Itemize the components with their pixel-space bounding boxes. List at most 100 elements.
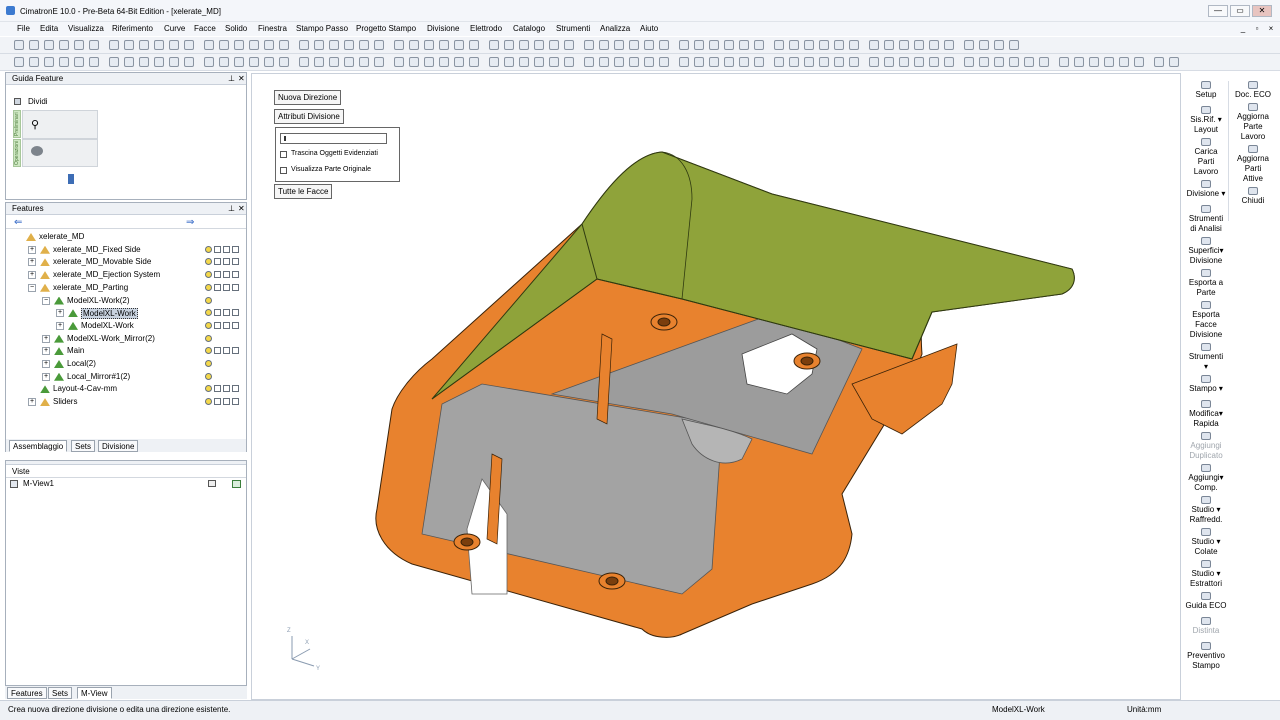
preliminary-step-box[interactable]: ⚲	[22, 110, 98, 139]
modeling-tool-icon-56[interactable]	[884, 57, 894, 67]
tree-row[interactable]: + Local(2)	[6, 358, 244, 370]
visibility-bulb-icon[interactable]	[205, 321, 212, 329]
standard-tool-icon-19[interactable]	[299, 40, 309, 50]
mold-part-3d[interactable]: Z X Y	[252, 74, 1182, 701]
tool-guida-eco-button[interactable]: Guida ECO	[1184, 592, 1228, 611]
visibility-bulb-icon[interactable]	[205, 258, 212, 266]
menu-elettrodo[interactable]: Elettrodo	[470, 24, 502, 33]
modeling-tool-icon-39[interactable]	[614, 57, 624, 67]
modeling-tool-icon-34[interactable]	[534, 57, 544, 67]
activate-icon[interactable]	[223, 347, 230, 355]
tree-row[interactable]: Layout-4-Cav-mm	[6, 383, 244, 395]
tree-row[interactable]: + Sliders	[6, 396, 244, 408]
standard-tool-icon-6[interactable]	[89, 40, 99, 50]
modeling-tool-icon-48[interactable]	[754, 57, 764, 67]
pin-down-icon[interactable]	[68, 174, 74, 184]
tree-row[interactable]: + xelerate_MD_Ejection System	[6, 269, 244, 281]
show-icon[interactable]	[214, 398, 221, 406]
menu-solido[interactable]: Solido	[225, 24, 247, 33]
standard-tool-icon-34[interactable]	[534, 40, 544, 50]
standard-tool-icon-5[interactable]	[74, 40, 84, 50]
standard-tool-icon-51[interactable]	[804, 40, 814, 50]
standard-tool-icon-50[interactable]	[789, 40, 799, 50]
activate-icon[interactable]	[223, 385, 230, 393]
camera-icon[interactable]	[208, 480, 216, 487]
tree-row[interactable]: + xelerate_MD_Fixed Side	[6, 244, 244, 256]
activate-icon[interactable]	[223, 283, 230, 291]
modeling-tool-icon-42[interactable]	[659, 57, 669, 67]
expand-toggle-icon[interactable]: +	[56, 321, 64, 330]
mdi-restore-button[interactable]: ▫	[1252, 24, 1262, 33]
standard-tool-icon-56[interactable]	[884, 40, 894, 50]
standard-tool-icon-63[interactable]	[994, 40, 1004, 50]
standard-tool-icon-31[interactable]	[489, 40, 499, 50]
standard-tool-icon-12[interactable]	[184, 40, 194, 50]
show-icon[interactable]	[214, 258, 221, 266]
standard-tool-icon-45[interactable]	[709, 40, 719, 50]
link-icon[interactable]	[232, 245, 239, 253]
show-icon[interactable]	[214, 347, 221, 355]
modeling-tool-icon-71[interactable]	[1119, 57, 1129, 67]
modeling-tool-icon-16[interactable]	[249, 57, 259, 67]
tool-sis-rif-layout-button[interactable]: Sis.Rif. ▾ Layout	[1184, 106, 1228, 135]
modeling-tool-icon-24[interactable]	[374, 57, 384, 67]
expand-toggle-icon[interactable]: +	[28, 245, 36, 254]
menu-catalogo[interactable]: Catalogo	[513, 24, 545, 33]
menu-stampo-passo[interactable]: Stampo Passo	[296, 24, 348, 33]
close-button[interactable]: ✕	[1252, 5, 1272, 17]
link-icon[interactable]	[232, 321, 239, 329]
menu-strumenti[interactable]: Strumenti	[556, 24, 590, 33]
modeling-tool-icon-54[interactable]	[849, 57, 859, 67]
graphics-viewport[interactable]: Nuova Direzione Attributi Divisione Tras…	[251, 73, 1181, 700]
show-icon[interactable]	[214, 309, 221, 317]
tree-row[interactable]: + Local_Mirror#1(2)	[6, 371, 244, 383]
tool-aggiungi-duplicato-button[interactable]: Aggiungi Duplicato	[1184, 432, 1228, 461]
modeling-tool-icon-1[interactable]	[14, 57, 24, 67]
show-icon[interactable]	[214, 385, 221, 393]
modeling-tool-icon-36[interactable]	[564, 57, 574, 67]
modeling-tool-icon-58[interactable]	[914, 57, 924, 67]
modeling-tool-icon-6[interactable]	[89, 57, 99, 67]
expand-toggle-icon[interactable]: +	[28, 398, 36, 407]
standard-tool-icon-53[interactable]	[834, 40, 844, 50]
standard-tool-icon-7[interactable]	[109, 40, 119, 50]
activate-icon[interactable]	[223, 258, 230, 266]
standard-tool-icon-49[interactable]	[774, 40, 784, 50]
tool-doc-eco-button[interactable]: Doc. ECO	[1231, 81, 1275, 100]
tree-row[interactable]: − ModelXL-Work(2)	[6, 295, 244, 307]
standard-tool-icon-9[interactable]	[139, 40, 149, 50]
menu-curve[interactable]: Curve	[164, 24, 185, 33]
modeling-tool-icon-60[interactable]	[944, 57, 954, 67]
modeling-tool-icon-55[interactable]	[869, 57, 879, 67]
modeling-tool-icon-13[interactable]	[204, 57, 214, 67]
menu-visualizza[interactable]: Visualizza	[68, 24, 104, 33]
standard-tool-icon-59[interactable]	[929, 40, 939, 50]
splitter[interactable]	[6, 461, 246, 465]
visibility-bulb-icon[interactable]	[205, 271, 212, 279]
modeling-tool-icon-69[interactable]	[1089, 57, 1099, 67]
tool-studio-estrattori-button[interactable]: Studio ▾ Estrattori	[1184, 560, 1228, 589]
visibility-bulb-icon[interactable]	[205, 360, 212, 367]
modeling-tool-icon-57[interactable]	[899, 57, 909, 67]
tree-row[interactable]: + ModelXL-Work	[6, 307, 244, 320]
tool-carica-parti-lavoro-button[interactable]: Carica Parti Lavoro	[1184, 138, 1228, 177]
modeling-tool-icon-29[interactable]	[454, 57, 464, 67]
modeling-tool-icon-27[interactable]	[424, 57, 434, 67]
modeling-tool-icon-50[interactable]	[789, 57, 799, 67]
close-icon[interactable]: ✕	[238, 74, 245, 83]
modeling-tool-icon-17[interactable]	[264, 57, 274, 67]
modeling-tool-icon-28[interactable]	[439, 57, 449, 67]
menu-progetto-stampo[interactable]: Progetto Stampo	[356, 24, 416, 33]
standard-tool-icon-60[interactable]	[944, 40, 954, 50]
tool-studio-raffredd-button[interactable]: Studio ▾ Raffredd.	[1184, 496, 1228, 525]
standard-tool-icon-54[interactable]	[849, 40, 859, 50]
link-icon[interactable]	[232, 271, 239, 279]
modeling-tool-icon-51[interactable]	[804, 57, 814, 67]
standard-tool-icon-28[interactable]	[439, 40, 449, 50]
modeling-tool-icon-32[interactable]	[504, 57, 514, 67]
activate-view-icon[interactable]	[232, 480, 241, 488]
link-icon[interactable]	[232, 283, 239, 291]
modeling-tool-icon-41[interactable]	[644, 57, 654, 67]
modeling-tool-icon-30[interactable]	[469, 57, 479, 67]
modeling-tool-icon-40[interactable]	[629, 57, 639, 67]
